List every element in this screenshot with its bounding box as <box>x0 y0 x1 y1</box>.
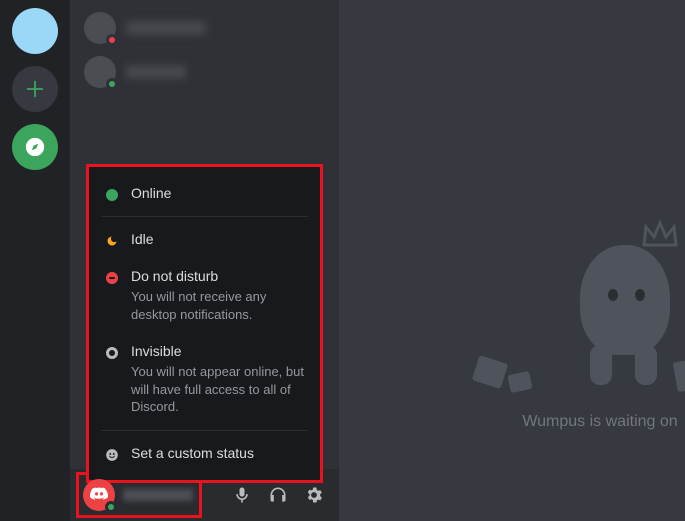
server-home[interactable] <box>12 8 58 54</box>
status-label: Idle <box>131 231 304 247</box>
explore-servers-button[interactable] <box>12 124 58 170</box>
add-server-button[interactable] <box>12 66 58 112</box>
online-icon <box>105 188 119 202</box>
dm-column: Online Idle Do not disturb You will not … <box>70 0 339 521</box>
status-option-idle[interactable]: Idle <box>89 221 320 258</box>
dm-name <box>126 21 206 35</box>
mute-button[interactable] <box>227 480 257 510</box>
status-label: Do not disturb <box>131 268 304 284</box>
dnd-icon <box>105 271 119 285</box>
status-option-invisible[interactable]: Invisible You will not appear online, bu… <box>89 333 320 426</box>
username <box>123 489 193 501</box>
status-desc: You will not receive any desktop notific… <box>131 288 304 323</box>
status-label: Set a custom status <box>131 445 304 461</box>
status-option-online[interactable]: Online <box>89 175 320 212</box>
idle-icon <box>105 234 119 248</box>
status-dot-online-icon <box>106 78 118 90</box>
status-label: Online <box>131 185 304 201</box>
smile-icon <box>105 448 119 462</box>
avatar <box>84 56 116 88</box>
status-popup: Online Idle Do not disturb You will not … <box>89 167 320 480</box>
wumpus-illustration <box>475 225 685 395</box>
status-label: Invisible <box>131 343 304 359</box>
gear-icon <box>304 485 324 505</box>
status-dot-dnd-icon <box>106 34 118 46</box>
avatar <box>84 12 116 44</box>
dm-item[interactable] <box>78 52 331 92</box>
dm-item[interactable] <box>78 8 331 48</box>
separator <box>101 430 308 431</box>
dm-name <box>126 65 186 79</box>
status-option-dnd[interactable]: Do not disturb You will not receive any … <box>89 258 320 333</box>
status-option-custom[interactable]: Set a custom status <box>89 435 320 472</box>
settings-button[interactable] <box>299 480 329 510</box>
empty-state: Wumpus is waiting on <box>475 225 685 431</box>
invisible-icon <box>105 346 119 360</box>
status-dot-online-icon <box>105 501 117 513</box>
avatar <box>83 479 115 511</box>
compass-icon <box>24 136 46 158</box>
status-popup-highlight: Online Idle Do not disturb You will not … <box>86 164 323 483</box>
microphone-icon <box>232 485 252 505</box>
server-rail <box>0 0 70 521</box>
headphones-icon <box>268 485 288 505</box>
main-area: Wumpus is waiting on <box>339 0 685 521</box>
deafen-button[interactable] <box>263 480 293 510</box>
app-root: Online Idle Do not disturb You will not … <box>0 0 685 521</box>
empty-state-text: Wumpus is waiting on <box>475 413 685 431</box>
status-desc: You will not appear online, but will hav… <box>131 363 304 416</box>
plus-icon <box>24 78 46 100</box>
separator <box>101 216 308 217</box>
